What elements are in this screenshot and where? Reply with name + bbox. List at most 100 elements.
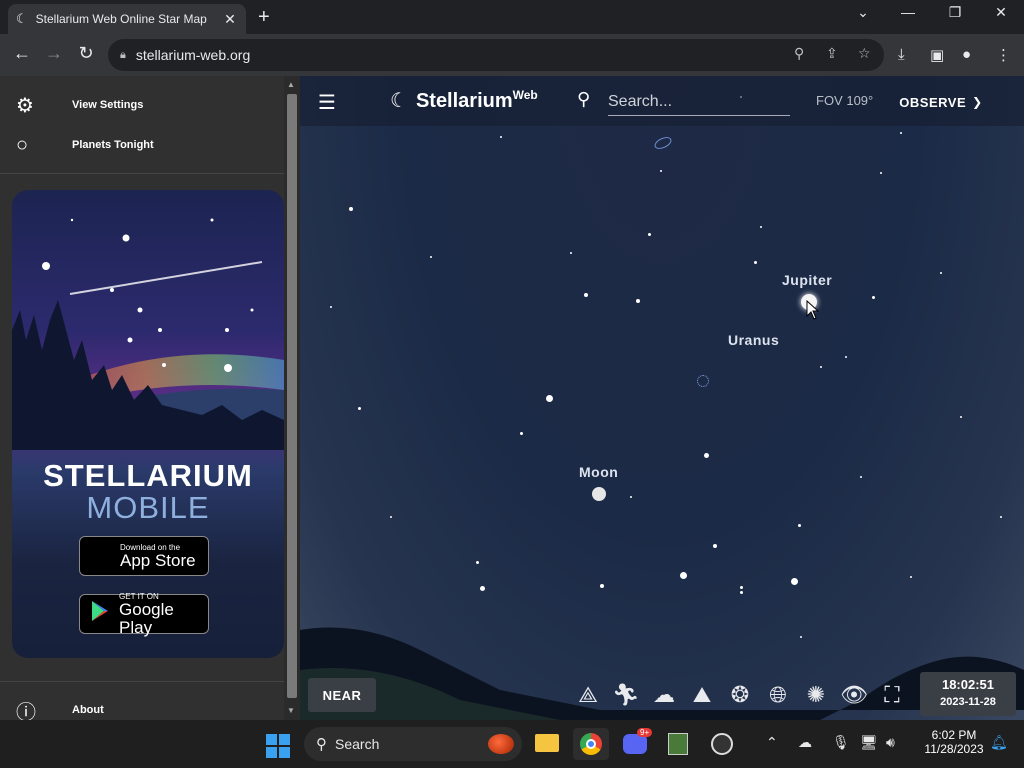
star[interactable] — [570, 252, 572, 254]
star[interactable] — [740, 586, 743, 589]
download-icon[interactable]: ⤓ — [898, 46, 905, 63]
new-tab-button[interactable]: + — [258, 6, 270, 29]
sidebar-item-view-settings[interactable]: ⚙ View Settings — [0, 85, 284, 125]
star[interactable] — [584, 293, 588, 297]
star[interactable] — [636, 299, 640, 303]
spreadsheet-app-icon[interactable] — [660, 728, 696, 760]
time-date-display[interactable]: 18:02:51 2023-11-28 — [920, 672, 1016, 716]
near-button[interactable]: NEAR — [308, 678, 376, 712]
discord-icon[interactable]: 9+ — [617, 728, 653, 760]
fullscreen-icon[interactable]: ⛶ — [874, 682, 910, 712]
star[interactable] — [880, 172, 882, 174]
address-bar[interactable]: 🔒︎ stellarium-web.org ⚲ ⇪ ☆ — [108, 39, 884, 71]
deep-sky-objects-icon[interactable]: ✺ — [798, 682, 834, 712]
jupiter-label[interactable]: Jupiter — [782, 272, 832, 288]
url-text[interactable]: stellarium-web.org — [136, 47, 250, 63]
star[interactable] — [713, 544, 717, 548]
promo-title: STELLARIUM — [43, 458, 253, 493]
star[interactable] — [1000, 516, 1002, 518]
moon-label[interactable]: Moon — [579, 464, 618, 480]
star[interactable] — [648, 233, 651, 236]
sky-search-input[interactable] — [608, 88, 790, 116]
star[interactable] — [546, 395, 553, 402]
system-clock[interactable]: 6:02 PM 11/28/2023 — [916, 728, 992, 756]
share-icon[interactable]: ⇪ — [826, 45, 838, 62]
sidebar-item-planets-tonight[interactable]: ○ Planets Tonight — [0, 125, 284, 165]
browser-tab[interactable]: ☾ Stellarium Web Online Star Map ✕ — [8, 4, 246, 34]
obs-studio-icon[interactable] — [704, 728, 740, 760]
app-store-button[interactable]: Download on the App Store — [79, 536, 209, 576]
cluster-marker-icon[interactable] — [697, 375, 709, 387]
taskbar-search[interactable]: ⚲ Search — [304, 727, 522, 761]
star[interactable] — [520, 432, 523, 435]
star[interactable] — [910, 576, 912, 578]
star[interactable] — [330, 306, 332, 308]
star[interactable] — [791, 578, 798, 585]
star[interactable] — [476, 561, 479, 564]
star[interactable] — [390, 516, 392, 518]
star[interactable] — [430, 256, 432, 258]
chrome-icon[interactable] — [573, 728, 609, 760]
constellation-art-icon[interactable]: 🏃︎ — [608, 682, 644, 712]
sidebar-scrollbar[interactable]: ▲ ▼ — [284, 76, 300, 720]
star[interactable] — [872, 296, 875, 299]
star[interactable] — [820, 366, 822, 368]
reload-icon[interactable]: ↻ — [74, 43, 98, 64]
star[interactable] — [600, 584, 604, 588]
minimize-button[interactable]: — — [888, 4, 928, 20]
star[interactable] — [845, 356, 847, 358]
sky-view[interactable]: Jupiter Uranus Moon ☰ ☾ StellariumWeb ⚲ F… — [300, 76, 1024, 720]
star[interactable] — [860, 476, 862, 478]
back-arrow-icon[interactable]: ← — [10, 43, 34, 64]
search-icon[interactable]: ⚲ — [577, 89, 590, 110]
bookmark-star-icon[interactable]: ☆ — [858, 45, 871, 62]
star[interactable] — [358, 407, 361, 410]
microphone-icon[interactable]: 🎙︎ — [832, 734, 850, 751]
location-pin-icon[interactable]: ⚲ — [794, 45, 804, 62]
uranus-label[interactable]: Uranus — [728, 332, 779, 348]
google-play-button[interactable]: GET IT ON Google Play — [79, 592, 209, 636]
more-menu-icon[interactable]: ⋮ — [996, 46, 1011, 64]
tab-close-icon[interactable]: ✕ — [222, 11, 238, 28]
landscape-icon[interactable]: ⛰ — [684, 682, 720, 712]
star[interactable] — [940, 272, 942, 274]
hamburger-menu-icon[interactable]: ☰ — [318, 90, 336, 115]
side-panel-icon[interactable]: ▣ — [930, 46, 944, 64]
restore-button[interactable]: ❐ — [935, 4, 975, 21]
star[interactable] — [798, 524, 801, 527]
equatorial-grid-icon[interactable]: 🌐︎ — [760, 682, 796, 712]
galaxy-marker-icon[interactable] — [652, 134, 674, 152]
onedrive-icon[interactable]: ☁ — [798, 734, 812, 751]
windows-start-icon[interactable] — [266, 734, 290, 758]
close-window-button[interactable]: ✕ — [981, 4, 1021, 21]
tab-search-chevron-icon[interactable]: ⌄ — [843, 4, 883, 21]
azimuthal-grid-icon[interactable]: ❂ — [722, 682, 758, 712]
star[interactable] — [500, 136, 502, 138]
constellation-lines-icon[interactable]: ⟁ — [570, 682, 606, 712]
star[interactable] — [704, 453, 709, 458]
star[interactable] — [660, 170, 662, 172]
forward-arrow-icon[interactable]: → — [42, 43, 66, 64]
moon-marker[interactable] — [592, 487, 606, 501]
scrollbar-thumb[interactable] — [287, 94, 297, 698]
stellarium-mobile-promo[interactable]: STELLARIUM MOBILE Download on the App St… — [12, 190, 284, 658]
star[interactable] — [900, 132, 902, 134]
night-mode-eye-icon[interactable]: 👁︎ — [836, 682, 872, 712]
star[interactable] — [960, 416, 962, 418]
star[interactable] — [760, 226, 762, 228]
network-icon[interactable]: 🖥︎ — [860, 734, 878, 751]
file-explorer-icon[interactable] — [529, 728, 565, 760]
star[interactable] — [630, 496, 632, 498]
star[interactable] — [754, 261, 757, 264]
show-hidden-icons-chevron-icon[interactable]: ⌃ — [766, 734, 778, 751]
scroll-up-icon[interactable]: ▲ — [287, 80, 295, 89]
atmosphere-icon[interactable]: ☁ — [646, 682, 682, 712]
scroll-down-icon[interactable]: ▼ — [287, 706, 295, 715]
star[interactable] — [349, 207, 353, 211]
star[interactable] — [680, 572, 687, 579]
profile-icon[interactable]: ● — [962, 46, 971, 63]
volume-icon[interactable]: 🔊︎ — [886, 734, 895, 751]
notification-bell-icon[interactable]: 🔔︎ — [990, 734, 1008, 751]
observe-button[interactable]: OBSERVE ❯ — [884, 86, 998, 118]
brand-logo[interactable]: ☾ StellariumWeb — [390, 88, 538, 113]
